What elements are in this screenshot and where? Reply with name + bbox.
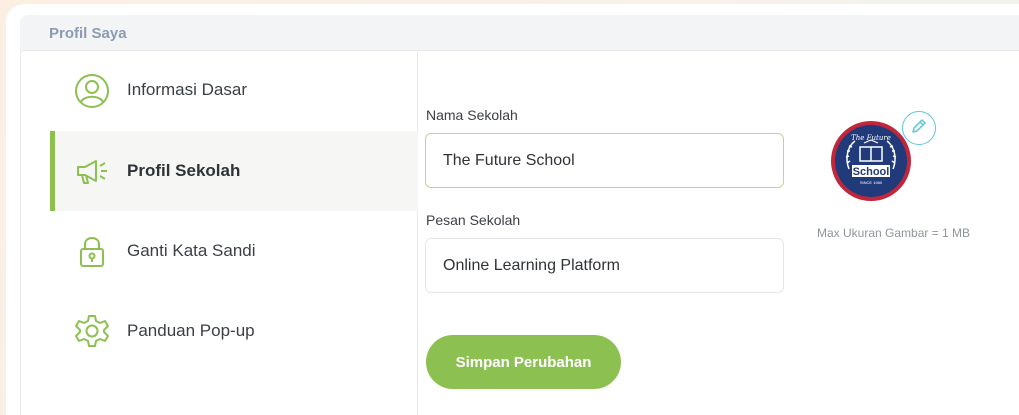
sidebar-item-label: Panduan Pop-up xyxy=(127,321,255,340)
sidebar: Informasi Dasar Profil Sekolah Ganti Kat… xyxy=(50,51,418,415)
school-message-label: Pesan Sekolah xyxy=(426,212,521,228)
sidebar-item-label: Ganti Kata Sandi xyxy=(127,241,256,260)
school-message-input[interactable] xyxy=(425,238,784,293)
sidebar-item-label: Informasi Dasar xyxy=(127,80,247,99)
school-name-label: Nama Sekolah xyxy=(426,107,518,123)
school-logo: The Future School SINCE 1980 xyxy=(831,121,911,201)
content-panel: Informasi Dasar Profil Sekolah Ganti Kat… xyxy=(20,50,1019,415)
pencil-icon xyxy=(910,117,928,140)
page-header: Profil Saya xyxy=(20,15,1019,52)
sidebar-item-panduan-pop-up[interactable]: Panduan Pop-up xyxy=(50,291,418,371)
logo-main-text: School xyxy=(853,166,890,178)
active-indicator xyxy=(50,131,55,211)
sidebar-item-informasi-dasar[interactable]: Informasi Dasar xyxy=(50,51,418,131)
lock-icon xyxy=(74,233,110,269)
user-circle-icon xyxy=(74,73,110,109)
max-size-note: Max Ukuran Gambar = 1 MB xyxy=(817,226,971,240)
edit-logo-button[interactable] xyxy=(902,111,936,145)
page-title: Profil Saya xyxy=(49,25,127,42)
sidebar-item-ganti-kata-sandi[interactable]: Ganti Kata Sandi xyxy=(50,211,418,291)
save-button[interactable]: Simpan Perubahan xyxy=(426,335,621,389)
logo-top-text: The Future xyxy=(851,134,891,142)
school-name-input[interactable] xyxy=(425,133,784,188)
logo-bottom-text: SINCE 1980 xyxy=(860,180,883,185)
sidebar-item-profil-sekolah[interactable]: Profil Sekolah xyxy=(50,131,418,211)
megaphone-icon xyxy=(74,153,110,189)
sidebar-item-label: Profil Sekolah xyxy=(127,161,241,180)
gear-icon xyxy=(74,313,110,349)
